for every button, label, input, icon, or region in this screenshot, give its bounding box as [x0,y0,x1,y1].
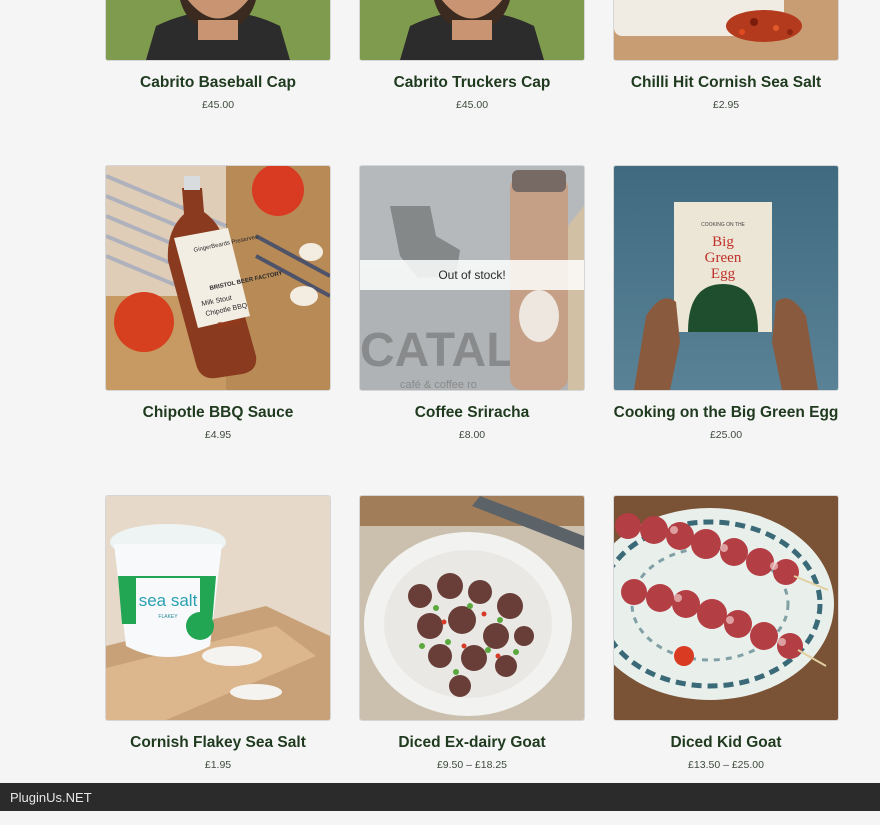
product-title[interactable]: Diced Kid Goat [613,733,839,753]
product-price: £8.00 [458,429,486,441]
product-price: £45.00 [201,99,235,111]
product-image[interactable]: GingerBeards Preserves BRISTOL BEER FACT… [105,165,331,391]
product-grid: Cabrito Baseball Cap £45.00 Cabrito Truc… [105,0,839,825]
product-title[interactable]: Coffee Sriracha [359,403,585,423]
product-card[interactable]: sea salt FLAKEY Cornish Flakey Sea Salt … [105,495,331,825]
product-card[interactable]: CATALYS café & coffee ro Out of stock! C… [359,165,585,495]
tub-main-text: sea salt [139,591,198,610]
product-title[interactable]: Diced Ex-dairy Goat [359,733,585,753]
product-image[interactable]: sea salt FLAKEY [105,495,331,721]
product-image[interactable] [359,495,585,721]
product-title[interactable]: Cabrito Truckers Cap [359,73,585,93]
product-image[interactable]: COOKING ON THE Big Green Egg [613,165,839,391]
product-card[interactable]: Cabrito Truckers Cap £45.00 [359,0,585,165]
book-green-text: Green [705,250,742,266]
book-top-text: COOKING ON THE [701,222,745,228]
product-price: £1.95 [204,759,232,771]
product-title[interactable]: Cooking on the Big Green Egg [613,403,839,423]
product-price: £13.50 – £25.00 [688,759,764,771]
product-card[interactable]: COOKING ON THE Big Green Egg Cooking on … [613,165,839,495]
product-image[interactable] [613,495,839,721]
tub-sub-text: FLAKEY [158,614,178,620]
product-card[interactable]: Diced Ex-dairy Goat £9.50 – £18.25 [359,495,585,825]
product-image[interactable] [359,0,585,61]
product-title[interactable]: Cabrito Baseball Cap [105,73,331,93]
book-big-text: Big [712,234,734,250]
product-title[interactable]: Chilli Hit Cornish Sea Salt [613,73,839,93]
footer-bar: PluginUs.NET [0,783,880,811]
product-title[interactable]: Chipotle BBQ Sauce [105,403,331,423]
book-egg-text: Egg [711,266,736,282]
footer-text[interactable]: PluginUs.NET [10,790,92,805]
product-card[interactable]: Cabrito Baseball Cap £45.00 [105,0,331,165]
product-price: £9.50 – £18.25 [436,759,508,771]
product-price: £45.00 [455,99,489,111]
product-image[interactable] [613,0,839,61]
product-title[interactable]: Cornish Flakey Sea Salt [105,733,331,753]
product-image[interactable]: CATALYS café & coffee ro Out of stock! [359,165,585,391]
product-image[interactable] [105,0,331,61]
product-price: £2.95 [712,99,740,111]
product-card[interactable]: Chilli Hit Cornish Sea Salt £2.95 [613,0,839,165]
product-price: £25.00 [709,429,743,441]
product-card[interactable]: Diced Kid Goat £13.50 – £25.00 [613,495,839,825]
out-of-stock-badge: Out of stock! [360,260,584,290]
product-price: £4.95 [204,429,232,441]
product-card[interactable]: GingerBeards Preserves BRISTOL BEER FACT… [105,165,331,495]
